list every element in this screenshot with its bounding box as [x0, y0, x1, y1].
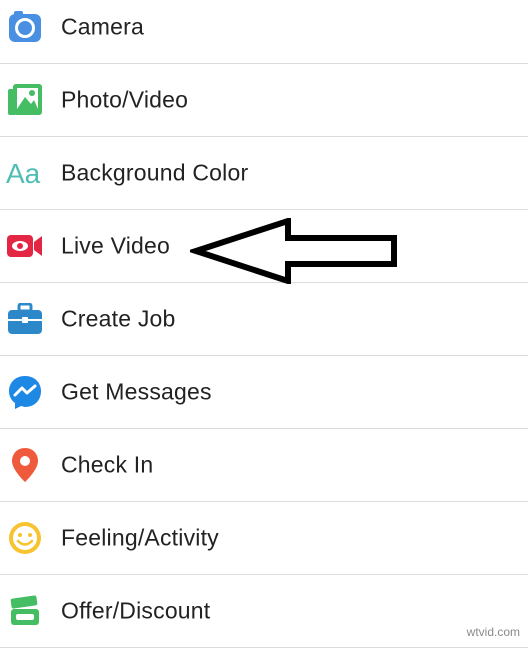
menu-item-camera[interactable]: Camera — [0, 0, 528, 64]
watermark-text: wtvid.com — [466, 625, 520, 639]
text-aa-icon: Aa — [6, 154, 44, 192]
menu-item-get-messages[interactable]: Get Messages — [0, 356, 528, 429]
camera-icon — [6, 8, 44, 46]
menu-item-label: Live Video — [61, 232, 170, 259]
pointer-arrow-annotation — [190, 218, 397, 284]
messenger-icon — [6, 373, 44, 411]
menu-item-label: Photo/Video — [61, 86, 189, 113]
photo-video-icon — [6, 81, 44, 119]
svg-text:Aa: Aa — [6, 158, 41, 188]
live-video-icon — [6, 227, 44, 265]
menu-item-background-color[interactable]: Aa Background Color — [0, 137, 528, 210]
menu-item-create-job[interactable]: Create Job — [0, 283, 528, 356]
menu-item-feeling-activity[interactable]: Feeling/Activity — [0, 502, 528, 575]
menu-item-label: Check In — [61, 451, 154, 478]
menu-item-label: Feeling/Activity — [61, 524, 219, 551]
menu-item-offer-discount[interactable]: Offer/Discount — [0, 575, 528, 648]
menu-item-label: Create Job — [61, 305, 176, 332]
menu-item-label: Get Messages — [61, 378, 212, 405]
menu-item-label: Background Color — [61, 159, 249, 186]
menu-item-photo-video[interactable]: Photo/Video — [0, 64, 528, 137]
menu-item-check-in[interactable]: Check In — [0, 429, 528, 502]
composer-options-list: Camera Photo/Video Aa Background Color L… — [0, 0, 528, 648]
briefcase-icon — [6, 300, 44, 338]
menu-item-label: Offer/Discount — [61, 597, 211, 624]
tag-icon — [6, 592, 44, 630]
smiley-icon — [6, 519, 44, 557]
menu-item-label: Camera — [61, 13, 145, 40]
location-pin-icon — [6, 446, 44, 484]
